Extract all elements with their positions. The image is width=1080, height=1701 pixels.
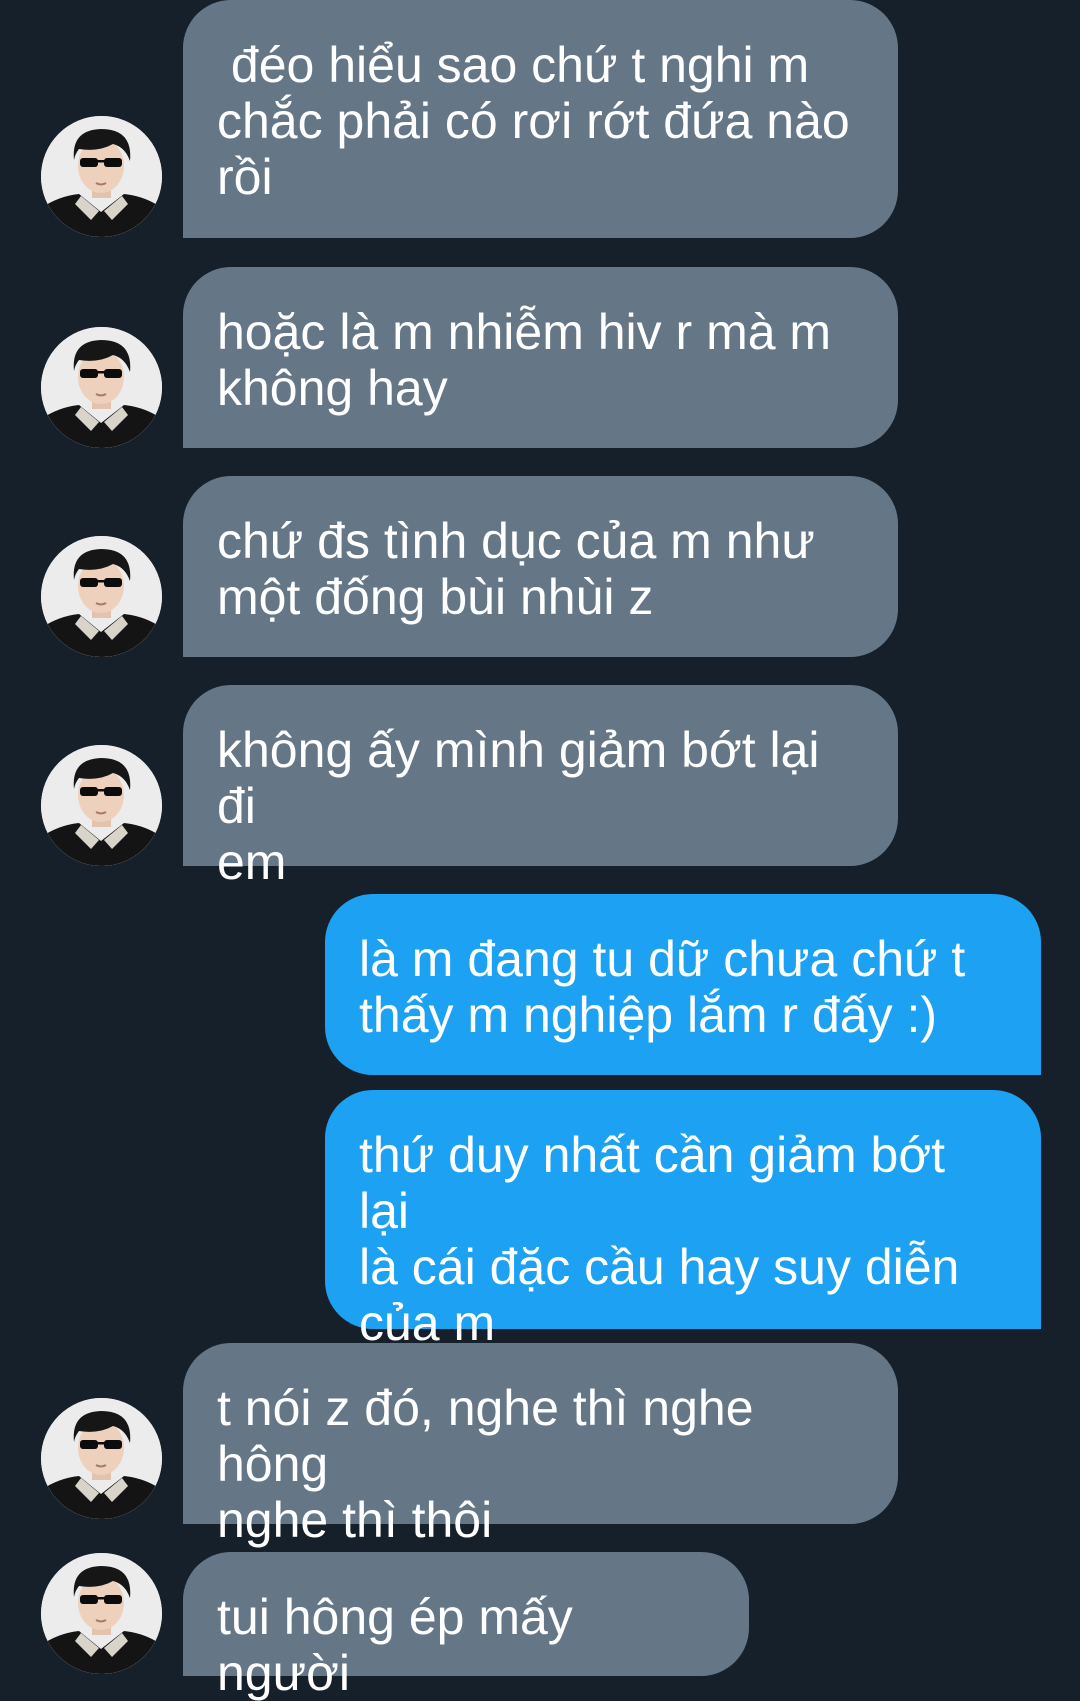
received-message-bubble[interactable]: đéo hiểu sao chứ t nghi m chắc phải có r… [183, 0, 898, 238]
received-message-bubble[interactable]: hoặc là m nhiễm hiv r mà m không hay [183, 267, 898, 448]
user-avatar-icon[interactable] [41, 327, 162, 448]
received-message-bubble[interactable]: chứ đs tình dục của m như một đống bùi n… [183, 476, 898, 657]
received-message-bubble[interactable]: t nói z đó, nghe thì nghe hông nghe thì … [183, 1343, 898, 1548]
user-avatar-icon[interactable] [41, 116, 162, 237]
user-avatar-icon[interactable] [41, 745, 162, 866]
sent-message-bubble[interactable]: là m đang tu dữ chưa chứ t thấy m nghiệp… [325, 894, 1041, 1075]
user-avatar-icon[interactable] [41, 1553, 162, 1674]
user-avatar-icon[interactable] [41, 1398, 162, 1519]
received-message-bubble[interactable]: không ấy mình giảm bớt lại đi em [183, 685, 898, 890]
sent-message-bubble[interactable]: thứ duy nhất cần giảm bớt lại là cái đặc… [325, 1090, 1041, 1351]
received-message-bubble[interactable]: tui hông ép mấy người [183, 1552, 749, 1701]
user-avatar-icon[interactable] [41, 536, 162, 657]
